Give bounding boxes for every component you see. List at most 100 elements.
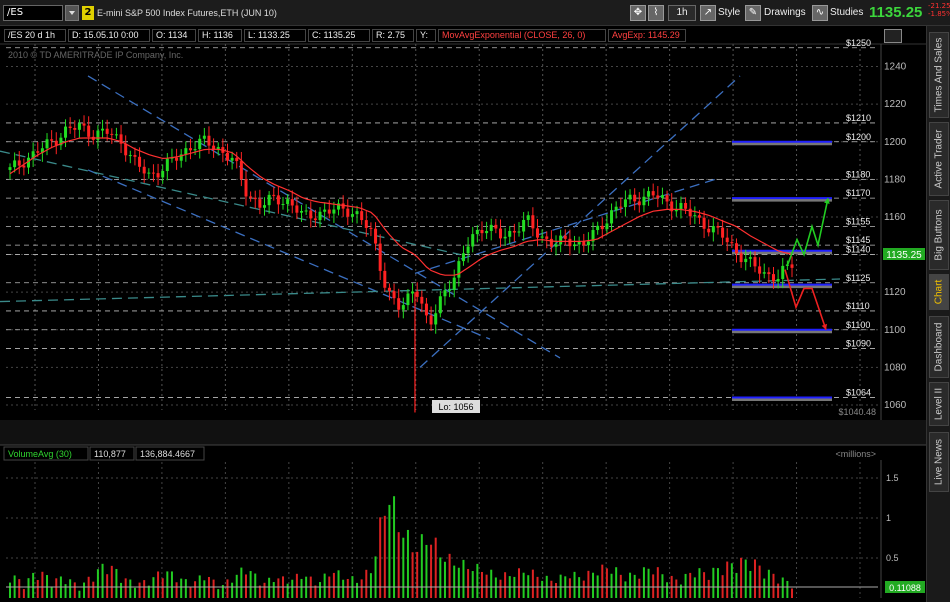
volume-bar (277, 578, 280, 598)
candle-body (614, 206, 618, 211)
candle-body (619, 206, 623, 208)
volume-bar (430, 544, 433, 598)
volume-bar (138, 582, 141, 598)
price-axis-tick: 1160 (884, 212, 906, 223)
pane-divider[interactable] (0, 420, 926, 445)
volume-bar (693, 577, 696, 598)
tab-times-and-sales[interactable]: Times And Sales (929, 32, 949, 118)
candle-body (397, 298, 401, 310)
current-price-tag: 1135.25 (886, 250, 922, 261)
volume-bar (531, 569, 534, 598)
volume-bar (781, 577, 784, 598)
price-axis-tick: 1180 (884, 174, 906, 185)
candle-body (276, 195, 280, 205)
candle-body (304, 210, 308, 212)
candle-body (8, 167, 12, 170)
candle-body (480, 229, 484, 234)
price-level-label: $1200 (846, 132, 871, 142)
candle-body (665, 195, 669, 202)
volume-bar (115, 568, 118, 598)
candle-body (17, 160, 21, 166)
tab-times-and-sales-label: Times And Sales (933, 37, 945, 113)
candle-body (688, 208, 692, 217)
candle-body (651, 191, 655, 196)
candle-body (193, 149, 197, 151)
candle-body (568, 238, 572, 247)
candle-body (721, 227, 725, 238)
candle-body (503, 236, 507, 239)
candle-body (744, 258, 748, 263)
tab-active-trader[interactable]: Active Trader (929, 122, 949, 196)
candle-body (184, 148, 188, 155)
candle-body (596, 225, 600, 231)
tab-active-trader-label: Active Trader (933, 129, 945, 189)
volume-bar (416, 551, 419, 598)
volume-bar (323, 573, 326, 598)
candle-body (545, 236, 549, 239)
volume-bar (22, 589, 25, 598)
volume-bar (83, 582, 86, 598)
candle-body (332, 209, 336, 214)
tab-live-news[interactable]: Live News (929, 432, 949, 492)
candle-body (323, 209, 327, 212)
tab-dashboard[interactable]: Dashboard (929, 316, 949, 378)
volume-units-label: <millions> (835, 449, 876, 459)
volume-bar (420, 534, 423, 598)
candle-body (512, 230, 516, 233)
volume-bar (268, 577, 271, 598)
volume-bar (379, 517, 382, 598)
volume-pane: VolumeAvg (30) 110,877 136,884.4667 <mil… (0, 444, 926, 598)
volume-bar (388, 504, 391, 598)
price-axis-tick: 1100 (884, 325, 906, 336)
volume-bar (393, 496, 396, 598)
candle-body (346, 208, 350, 217)
volume-bar (522, 572, 525, 598)
volume-bar (772, 573, 775, 598)
candle-body (679, 202, 683, 210)
candle-body (434, 313, 438, 325)
candle-body (554, 244, 558, 247)
volume-bar (18, 579, 21, 598)
trend-line (87, 75, 561, 359)
candle-body (235, 157, 239, 162)
volume-bar (555, 583, 558, 598)
candle-body (281, 203, 285, 205)
volume-bar (332, 572, 335, 598)
volume-bar (406, 529, 409, 598)
volume-bar (610, 573, 613, 598)
volume-bar (504, 572, 507, 598)
chart-canvas[interactable]: 1060108011001120114011601180120012201240… (0, 0, 926, 602)
volume-bar (735, 572, 738, 598)
volume-bar (457, 567, 460, 598)
volume-bar (263, 582, 266, 598)
volume-bar (550, 580, 553, 598)
volume-bar (629, 572, 632, 598)
tab-chart[interactable]: Chart (929, 274, 949, 310)
candle-body (448, 289, 452, 291)
volume-bar (499, 579, 502, 598)
volume-bar (730, 563, 733, 598)
volume-bar (707, 579, 710, 598)
volume-bar (300, 578, 303, 598)
tab-level-ii[interactable]: Level II (929, 382, 949, 426)
candle-body (633, 194, 637, 202)
volume-bar (767, 569, 770, 598)
volume-bar (703, 572, 706, 598)
volume-bar (180, 578, 183, 598)
volume-bar (346, 578, 349, 598)
candle-body (138, 156, 142, 167)
candle-body (68, 126, 72, 129)
volume-bar (203, 580, 206, 598)
candle-body (22, 165, 26, 168)
price-level-label: $1100 (846, 320, 870, 330)
candle-body (420, 296, 424, 304)
volume-bar (27, 578, 30, 598)
candle-body (725, 237, 729, 243)
volume-bar (494, 577, 497, 598)
volume-bar (744, 559, 747, 598)
price-axis-tick: 1220 (884, 99, 907, 110)
volume-bar (124, 578, 127, 598)
tab-big-buttons[interactable]: Big Buttons (929, 200, 949, 270)
candle-body (457, 261, 461, 278)
candle-body (82, 123, 86, 126)
